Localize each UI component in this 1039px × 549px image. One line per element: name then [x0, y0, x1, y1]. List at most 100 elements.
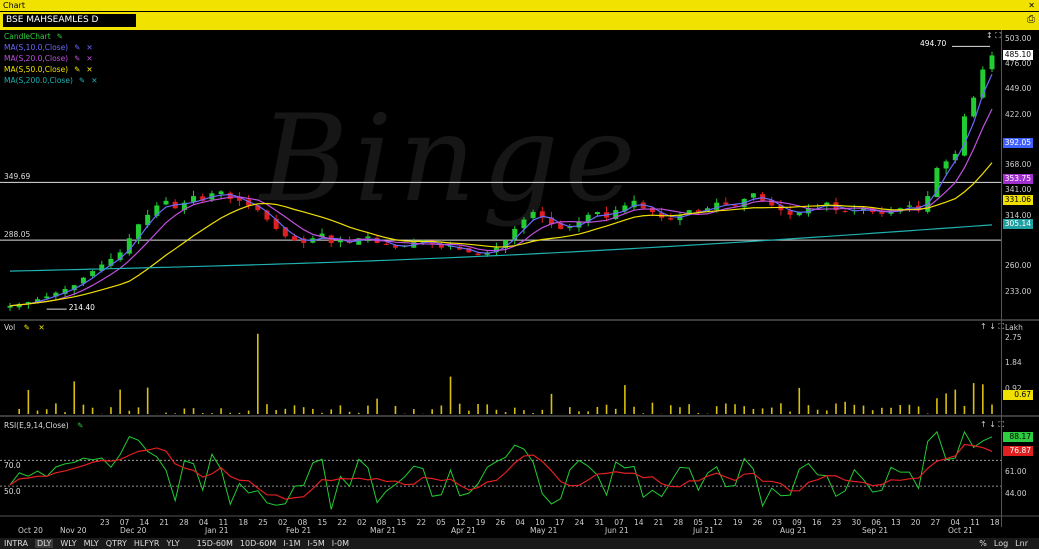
- volume-bar: [679, 407, 681, 414]
- price-legend: CandleChart ✎ MA(S,10.0,Close) ✎ ✕ MA(S,20.0,…: [4, 31, 97, 86]
- legend-item[interactable]: MA(S,10.0,Close) ✎ ✕: [4, 42, 97, 53]
- price-tick-label: 368.00: [1005, 160, 1032, 170]
- chart-canvas[interactable]: [0, 0, 1039, 549]
- candle-body: [723, 202, 729, 205]
- volume-bar: [201, 413, 204, 414]
- close-icon[interactable]: ✕: [86, 65, 92, 74]
- volume-bar: [936, 398, 938, 414]
- volume-bar: [605, 404, 608, 414]
- x-month-label: Oct 21: [948, 526, 973, 535]
- legend-item[interactable]: MA(S,20.0,Close) ✎ ✕: [4, 53, 97, 64]
- legend-item[interactable]: MA(S,50.0,Close) ✎ ✕: [4, 64, 97, 75]
- scale-option[interactable]: Lnr: [1015, 539, 1028, 548]
- hline-label: 349.69: [4, 172, 31, 182]
- legend-label: MA(S,200.0,Close): [4, 76, 73, 85]
- candle-body: [906, 205, 912, 207]
- timeframe-tab[interactable]: INTRA: [4, 539, 28, 548]
- volume-bar: [532, 412, 534, 414]
- hline-label: 288.05: [4, 230, 31, 240]
- volume-tag: 0.67: [1003, 390, 1033, 401]
- x-day-label: 02: [357, 518, 367, 527]
- bottom-toolbar: INTRA DLY WLY MLY QTRY HLFYR YLY 15D-60M 10D-60M…: [0, 538, 1039, 549]
- volume-bar: [917, 406, 920, 414]
- volume-bar: [165, 412, 167, 414]
- close-icon[interactable]: ✕: [86, 43, 92, 52]
- volume-tick-label: 2.75: [1005, 332, 1022, 342]
- timeframe-tab[interactable]: I-5M: [307, 539, 324, 548]
- volume-bar: [752, 408, 755, 414]
- volume-bar: [357, 412, 360, 414]
- x-month-label: Dec 20: [120, 526, 147, 535]
- volume-bar: [330, 409, 333, 414]
- volume-bar: [27, 390, 30, 414]
- price-tick-label: 503.00: [1005, 33, 1032, 43]
- high-label: 494.70: [920, 39, 947, 49]
- price-pane-controls[interactable]: ↕ ⛶: [986, 31, 1001, 41]
- volume-bar: [128, 410, 131, 414]
- volume-bar: [45, 409, 48, 414]
- candle-body: [365, 236, 371, 239]
- legend-label: MA(S,50.0,Close): [4, 65, 69, 74]
- volume-bar: [266, 404, 268, 414]
- pencil-icon[interactable]: ✎: [57, 32, 63, 41]
- close-icon[interactable]: ✕: [86, 54, 92, 63]
- close-icon[interactable]: ✕: [91, 76, 97, 85]
- pencil-icon[interactable]: ✎: [79, 76, 85, 85]
- x-day-label: 21: [653, 518, 664, 527]
- timeframe-tab[interactable]: WLY: [60, 539, 76, 548]
- volume-bar: [715, 406, 718, 414]
- x-day-label: 24: [574, 518, 585, 527]
- legend-item[interactable]: CandleChart ✎: [4, 31, 97, 42]
- volume-bar: [110, 407, 112, 414]
- x-day-label: 19: [475, 518, 486, 527]
- x-day-label: 15: [317, 518, 328, 527]
- x-day-label: 22: [337, 518, 347, 527]
- pencil-icon[interactable]: ✎: [74, 43, 80, 52]
- candle-body: [934, 167, 940, 198]
- pencil-icon[interactable]: ✎: [74, 65, 80, 74]
- timeframe-tab[interactable]: 15D-60M: [197, 539, 233, 548]
- volume-bar: [367, 405, 369, 414]
- pencil-icon[interactable]: ✎: [74, 54, 80, 63]
- x-month-label: Sep 21: [862, 526, 889, 535]
- moving-average-line: [9, 73, 993, 307]
- candle-body: [943, 161, 949, 169]
- volume-bar: [972, 383, 975, 414]
- volume-bar: [816, 409, 819, 414]
- volume-bar: [293, 405, 296, 414]
- timeframe-tab[interactable]: I-1M: [283, 539, 300, 548]
- close-icon[interactable]: ✕: [38, 323, 44, 332]
- x-day-label: 13: [891, 518, 901, 527]
- rsi-line: [9, 430, 993, 510]
- volume-bar: [669, 405, 672, 414]
- price-tick-label: 233.00: [1005, 286, 1032, 296]
- candle-body: [191, 196, 197, 203]
- timeframe-tab[interactable]: QTRY: [106, 539, 127, 548]
- legend-label: CandleChart: [4, 32, 51, 41]
- volume-bar: [890, 407, 892, 414]
- volume-bar: [458, 403, 461, 414]
- volume-bar: [770, 407, 773, 414]
- candle-body: [337, 240, 343, 243]
- pencil-icon[interactable]: ✎: [24, 323, 30, 332]
- timeframe-tab[interactable]: YLY: [166, 539, 179, 548]
- legend-item[interactable]: MA(S,200.0,Close) ✎ ✕: [4, 75, 97, 86]
- scale-option[interactable]: Log: [994, 539, 1008, 548]
- timeframe-tab[interactable]: HLFYR: [134, 539, 160, 548]
- timeframe-tab[interactable]: DLY: [34, 539, 54, 548]
- timeframe-tab[interactable]: 10D-60M: [240, 539, 276, 548]
- timeframe-tab[interactable]: I-0M: [332, 539, 349, 548]
- volume-bar: [449, 376, 452, 414]
- rsi-pane-controls[interactable]: ↑ ↓ ⛶: [980, 420, 1004, 430]
- volume-bar: [119, 389, 121, 414]
- timeframe-tab[interactable]: MLY: [84, 539, 99, 548]
- candle-body: [475, 253, 481, 256]
- rsi-tick-label: 61.00: [1005, 466, 1027, 476]
- candle-body: [971, 97, 977, 117]
- scale-option[interactable]: %: [979, 539, 987, 548]
- candle-body: [594, 212, 600, 215]
- candle-body: [750, 193, 756, 198]
- volume-bar: [321, 412, 323, 414]
- pencil-icon[interactable]: ✎: [77, 421, 83, 430]
- volume-pane-controls[interactable]: ↑ ↓ ⛶: [980, 322, 1004, 332]
